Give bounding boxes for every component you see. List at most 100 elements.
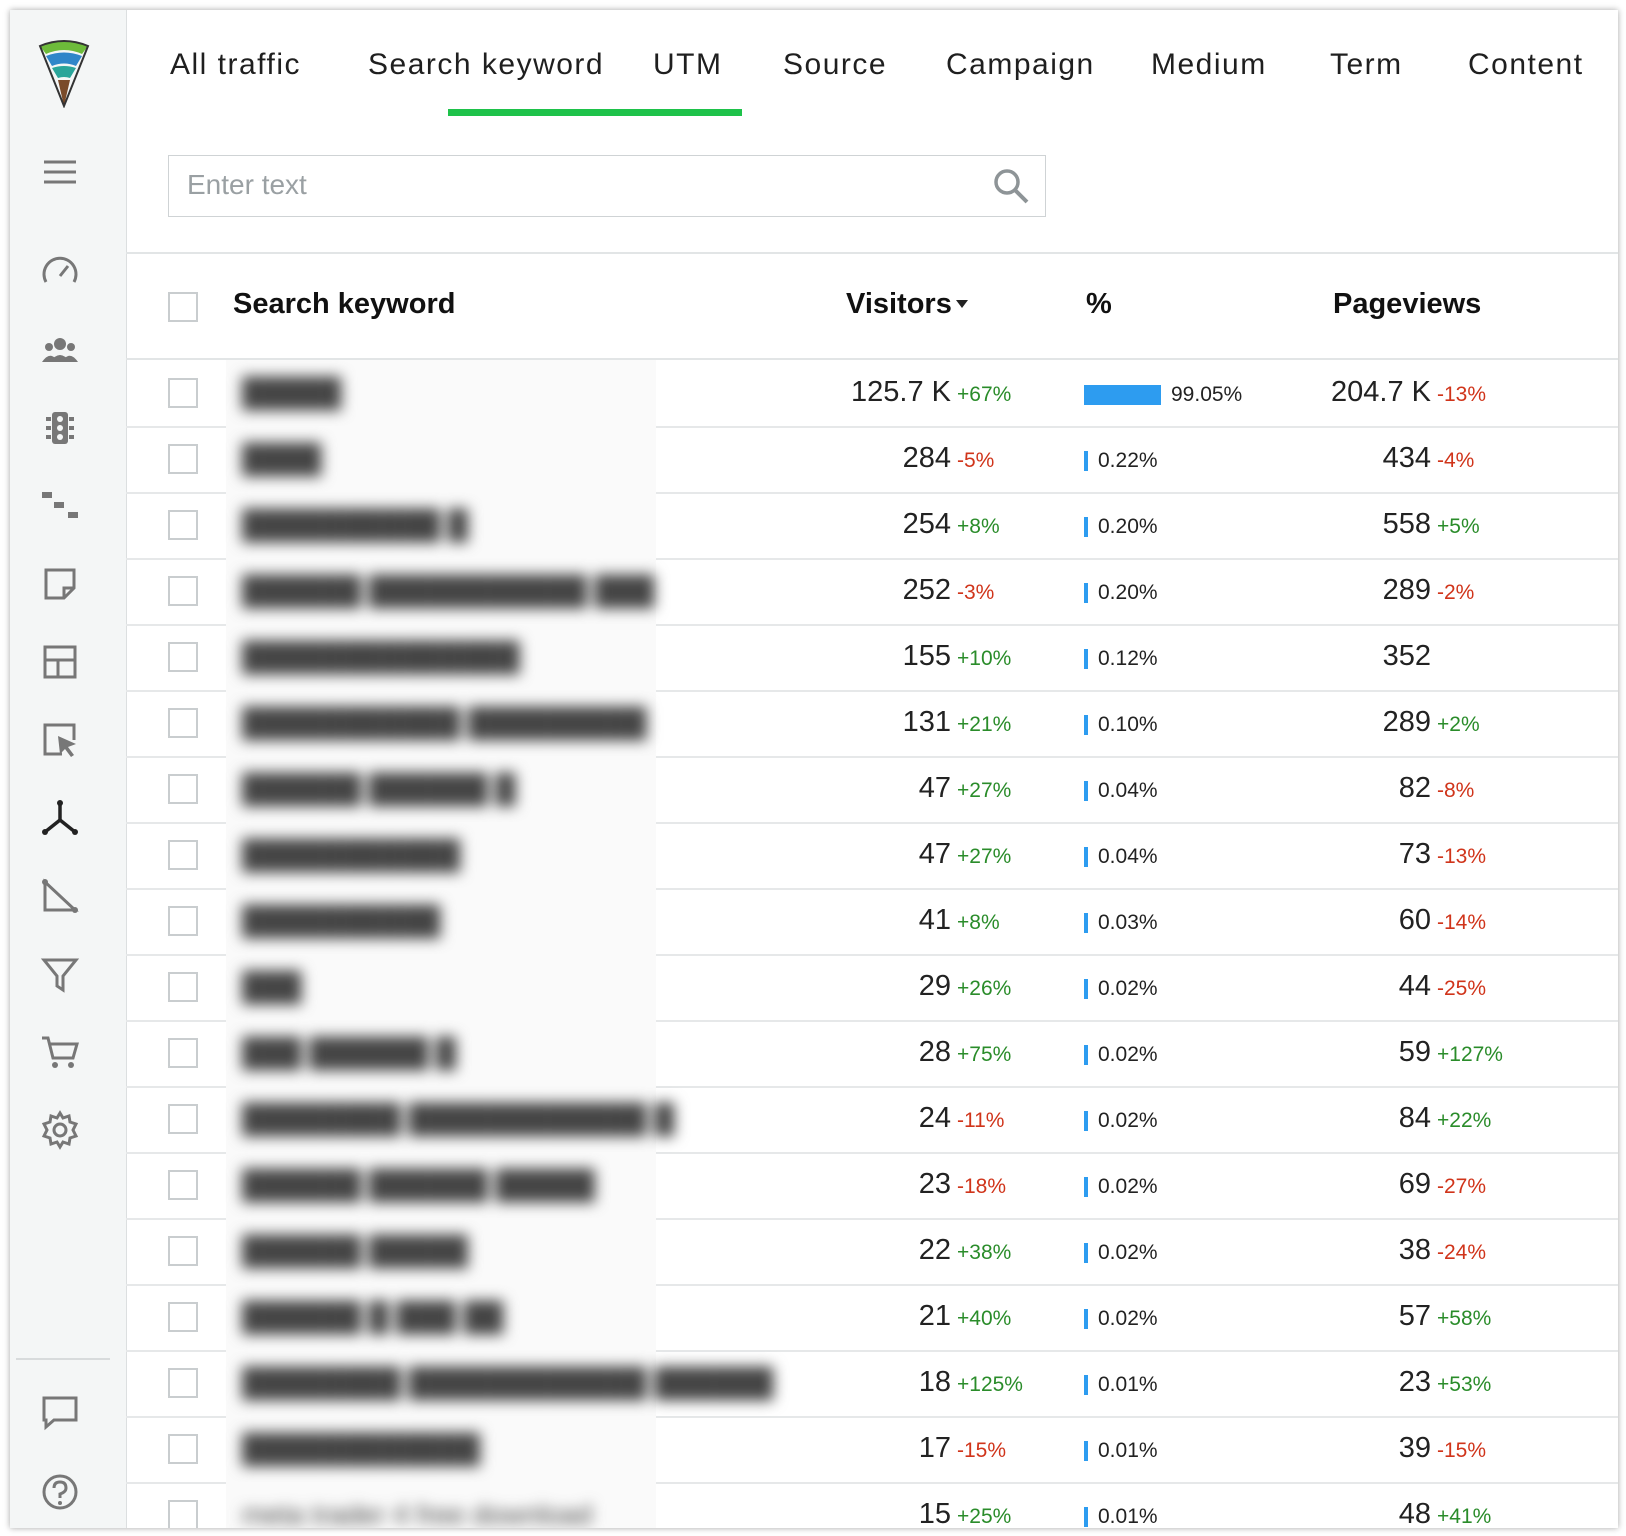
keyword-cell[interactable]: ████ [226,426,656,492]
keyword-cell[interactable]: ███ ██████ █ [226,1020,656,1086]
visitors-change: +10% [957,647,1012,670]
keyword-text: ████ [242,443,322,474]
flow-icon[interactable] [38,484,82,528]
keyword-cell[interactable]: ██████ ███████████ ███ [226,558,656,624]
tab-campaign[interactable]: Campaign [946,48,1095,82]
keyword-cell[interactable]: ████████ ████████████ ██████ [226,1350,773,1416]
row-checkbox[interactable] [168,1236,198,1266]
traffic-light-icon[interactable] [38,406,82,450]
table-row[interactable]: ██████████████ 155 +10% 0.12% 352 [126,624,1618,692]
pageviews-cell: 73 -13% [1126,838,1486,871]
row-checkbox[interactable] [168,378,198,408]
sort-descending-icon[interactable] [956,300,968,308]
keyword-cell[interactable]: ███████████ [226,822,656,888]
click-icon[interactable] [38,718,82,762]
select-all-checkbox[interactable] [168,292,198,322]
table-row[interactable]: ███ ██████ █ 28 +75% 0.02% 59 +127% [126,1020,1618,1088]
column-header-keyword[interactable]: Search keyword [233,288,455,321]
settings-icon[interactable] [38,1108,82,1152]
notes-icon[interactable] [38,562,82,606]
layout-icon[interactable] [38,640,82,684]
table-row[interactable]: █████ 125.7 K +67% 99.05% 204.7 K -13% [126,360,1618,428]
row-checkbox[interactable] [168,1170,198,1200]
dashboard-gauge-icon[interactable] [38,250,82,294]
column-header-visitors[interactable]: Visitors [846,288,952,321]
row-checkbox[interactable] [168,708,198,738]
table-row[interactable]: ███████████ █████████ 131 +21% 0.10% 289 +2% [126,690,1618,758]
row-checkbox[interactable] [168,1434,198,1464]
keyword-cell[interactable]: ██████ ██████ █████ [226,1152,656,1218]
visitors-change: +38% [957,1241,1012,1264]
chat-icon[interactable] [38,1390,82,1434]
table-row[interactable]: ██████████ █ 254 +8% 0.20% 558 +5% [126,492,1618,560]
table-row[interactable]: ████████ ████████████ █ 24 -11% 0.02% 84 +22% [126,1086,1618,1154]
pageviews-change: +58% [1437,1307,1492,1330]
pageviews-cell: 44 -25% [1126,970,1486,1003]
table-row[interactable]: ████ 284 -5% 0.22% 434 -4% [126,426,1618,494]
keyword-cell[interactable]: ██████████ █ [226,492,656,558]
keyword-cell[interactable]: ██████ █████ [226,1218,656,1284]
table-row[interactable]: ███ 29 +26% 0.02% 44 -25% [126,954,1618,1022]
table-row[interactable]: meta trader 4 free download 15 +25% 0.01% 48… [126,1482,1618,1528]
row-checkbox[interactable] [168,1302,198,1332]
keyword-cell[interactable]: ████████████ [226,1416,656,1482]
visitors-value: 21 [918,1300,951,1332]
row-checkbox[interactable] [168,1104,198,1134]
table-row[interactable]: ██████ █ ███ ██ 21 +40% 0.02% 57 +58% [126,1284,1618,1352]
keyword-cell[interactable]: ███ [226,954,656,1020]
tab-source[interactable]: Source [783,48,887,82]
tab-search-keyword[interactable]: Search keyword [368,48,604,82]
pageviews-cell: 289 -2% [1126,574,1475,607]
keyword-cell[interactable]: ██████████████ [226,624,656,690]
tab-medium[interactable]: Medium [1151,48,1267,82]
row-checkbox[interactable] [168,1038,198,1068]
funnel-icon[interactable] [38,952,82,996]
pageviews-value: 73 [1398,838,1431,870]
keyword-cell[interactable]: ██████████ [226,888,656,954]
tab-utm[interactable]: UTM [653,48,722,82]
column-header-percent[interactable]: % [1086,288,1112,321]
table-row[interactable]: ██████ █████ 22 +38% 0.02% 38 -24% [126,1218,1618,1286]
percent-bar [1084,1177,1088,1197]
row-checkbox[interactable] [168,444,198,474]
row-checkbox[interactable] [168,642,198,672]
keyword-cell[interactable]: ██████ ██████ █ [226,756,656,822]
tab-content[interactable]: Content [1468,48,1584,82]
table-row[interactable]: ██████ ██████ █ 47 +27% 0.04% 82 -8% [126,756,1618,824]
table-row[interactable]: ██████ ███████████ ███ 252 -3% 0.20% 289 -2% [126,558,1618,626]
keyword-cell[interactable]: meta trader 4 free download [226,1482,656,1528]
keyword-cell[interactable]: █████ [226,360,656,426]
table-row[interactable]: ██████ ██████ █████ 23 -18% 0.02% 69 -27% [126,1152,1618,1220]
goals-icon[interactable] [38,874,82,918]
table-row[interactable]: ██████████ 41 +8% 0.03% 60 -14% [126,888,1618,956]
sources-icon[interactable] [38,796,82,840]
tab-term[interactable]: Term [1330,48,1403,82]
row-checkbox[interactable] [168,510,198,540]
visitors-change: +26% [957,977,1012,1000]
table-row[interactable]: ████████████ 17 -15% 0.01% 39 -15% [126,1416,1618,1484]
row-checkbox[interactable] [168,972,198,1002]
table-row[interactable]: ███████████ 47 +27% 0.04% 73 -13% [126,822,1618,890]
table-row[interactable]: ████████ ████████████ ██████ 18 +125% 0.01%… [126,1350,1618,1418]
keyword-cell[interactable]: ██████ █ ███ ██ [226,1284,656,1350]
tab-all-traffic[interactable]: All traffic [170,48,301,82]
keyword-cell[interactable]: ████████ ████████████ █ [226,1086,674,1152]
help-icon[interactable] [38,1470,82,1514]
column-header-pageviews[interactable]: Pageviews [1333,288,1481,321]
keyword-text: ████████ ████████████ █ [242,1103,675,1134]
percent-bar [1084,847,1088,867]
search-input[interactable] [169,156,1025,214]
keyword-cell[interactable]: ███████████ █████████ [226,690,656,756]
menu-icon[interactable] [38,150,82,194]
visitors-icon[interactable] [38,328,82,372]
pageviews-cell: 23 +53% [1126,1366,1492,1399]
row-checkbox[interactable] [168,840,198,870]
row-checkbox[interactable] [168,576,198,606]
row-checkbox[interactable] [168,1368,198,1398]
search-icon[interactable] [991,166,1031,206]
pageviews-value: 44 [1398,970,1431,1002]
row-checkbox[interactable] [168,906,198,936]
row-checkbox[interactable] [168,774,198,804]
cart-icon[interactable] [38,1030,82,1074]
row-checkbox[interactable] [168,1500,198,1528]
